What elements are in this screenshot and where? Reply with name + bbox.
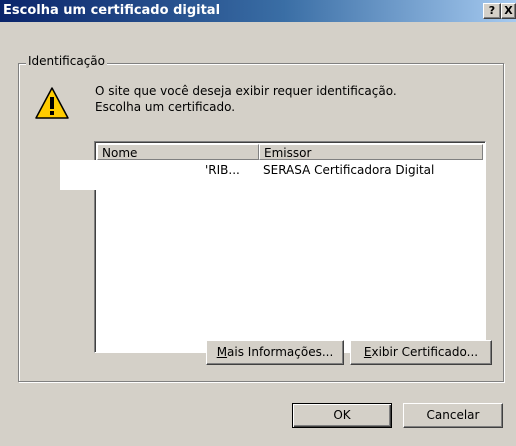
column-header-name[interactable]: Nome [97,144,259,160]
help-button[interactable]: ? [483,3,501,19]
view-certificate-accel: E [363,345,372,359]
close-button[interactable]: X [501,3,516,19]
more-info-button[interactable]: Mais Informações... [206,340,344,365]
certificate-name: 'RIB... [205,163,240,177]
message-line-2: Escolha um certificado. [95,100,236,114]
identification-message: O site que você deseja exibir requer ide… [95,83,397,115]
certificate-issuer: SERASA Certificadora Digital [263,163,435,177]
title-bar[interactable]: Escolha um certificado digital ? X [0,0,516,22]
cancel-button[interactable]: Cancelar [403,403,503,428]
redacted-area [60,160,190,190]
ok-button[interactable]: OK [292,403,392,428]
view-certificate-button[interactable]: Exibir Certificado... [350,340,492,365]
group-label: Identificação [26,54,107,68]
more-info-label: ais Informações... [227,345,334,359]
column-header-issuer[interactable]: Emissor [259,144,483,160]
warning-icon [35,87,69,119]
message-line-1: O site que você deseja exibir requer ide… [95,84,397,98]
more-info-accel: M [216,345,228,359]
window-title: Escolha um certificado digital [3,3,221,18]
view-certificate-label: xibir Certificado... [371,345,479,359]
